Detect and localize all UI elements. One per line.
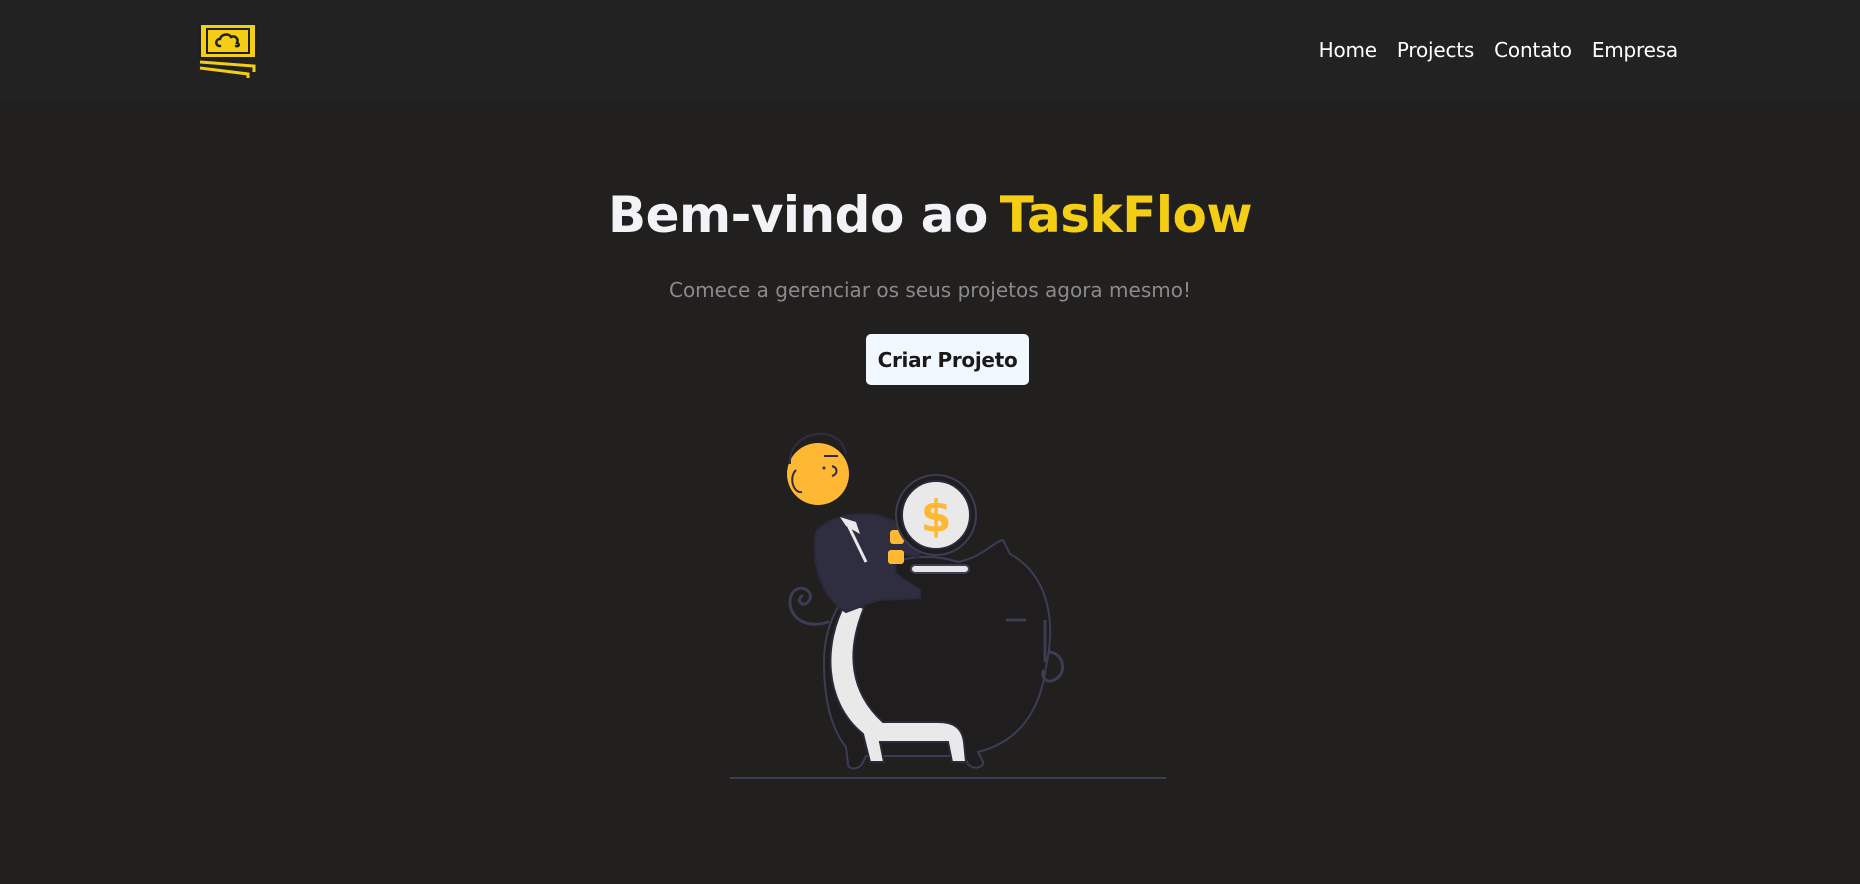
person-with-coin-piggy-bank-illustration: $ [730, 432, 1166, 779]
nav-link-contato[interactable]: Contato [1494, 36, 1572, 64]
hero-title-prefix: Bem-vindo ao [607, 186, 988, 244]
hero-subtitle: Comece a gerenciar os seus projetos agor… [668, 278, 1191, 302]
nav-link-projects[interactable]: Projects [1397, 36, 1474, 64]
site-header: Home Projects Contato Empresa [0, 0, 1860, 102]
hero-title: Bem-vindo ao TaskFlow [0, 186, 1860, 244]
nav-link-empresa[interactable]: Empresa [1592, 36, 1678, 64]
main-nav: Home Projects Contato Empresa [1319, 36, 1679, 64]
create-project-button[interactable]: Criar Projeto [866, 334, 1029, 385]
coin-dollar-symbol: $ [921, 491, 952, 542]
cash-cloud-logo-icon[interactable] [198, 22, 260, 80]
hero-title-brand: TaskFlow [999, 186, 1253, 244]
nav-link-home[interactable]: Home [1319, 36, 1377, 64]
